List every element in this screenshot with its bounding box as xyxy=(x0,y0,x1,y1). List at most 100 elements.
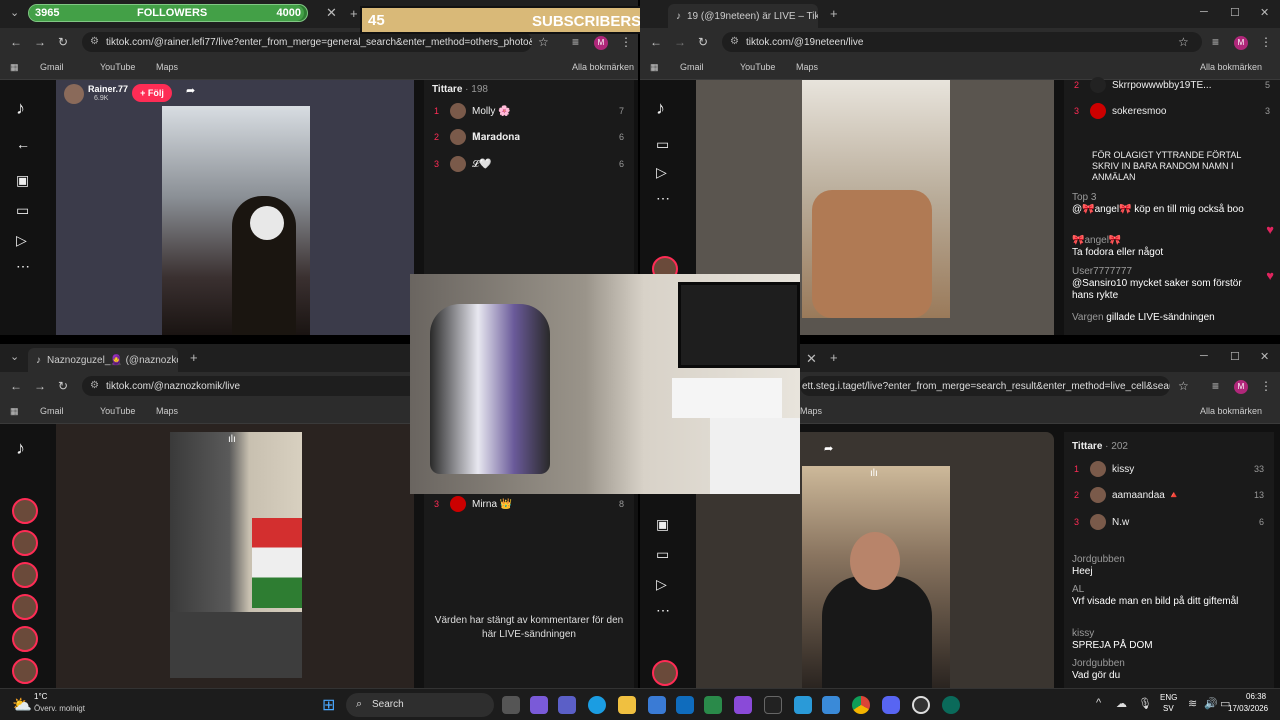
forward-icon[interactable]: → xyxy=(34,379,46,393)
tab-19neteen[interactable]: ♪ 19 (@19neteen) är LIVE – TikTo xyxy=(668,4,818,28)
viewer-row[interactable]: 3 𝓛🤍 6 xyxy=(434,154,624,174)
site-info-icon[interactable]: ⚙ xyxy=(90,380,99,391)
site-info-icon[interactable]: ⚙ xyxy=(730,36,739,47)
lang-code[interactable]: ENG xyxy=(1160,693,1177,702)
forward-icon[interactable]: → xyxy=(674,35,686,49)
recorder-icon[interactable] xyxy=(942,696,960,714)
bookmark-star-icon[interactable]: ☆ xyxy=(1178,379,1189,393)
tiktok-logo-icon[interactable]: ♪ xyxy=(16,98,25,119)
new-tab-button[interactable]: + xyxy=(190,350,198,365)
tab-list-icon[interactable]: ≡ xyxy=(1212,379,1219,393)
video-icon[interactable]: ▭ xyxy=(656,546,669,563)
bookmark-gmail[interactable]: Gmail xyxy=(680,62,704,72)
apps-icon[interactable]: ▦ xyxy=(10,406,19,417)
bookmark-gmail[interactable]: Gmail xyxy=(40,62,64,72)
bookmark-maps[interactable]: Maps xyxy=(156,62,178,72)
menu-icon[interactable]: ⋮ xyxy=(620,35,632,49)
tab-close-icon[interactable]: ✕ xyxy=(806,351,817,367)
bookmark-gmail[interactable]: Gmail xyxy=(40,406,64,416)
edge-icon[interactable] xyxy=(588,696,606,714)
minimize-button[interactable]: ─ xyxy=(1200,6,1208,18)
weather-icon[interactable]: ⛅ xyxy=(12,695,32,715)
start-button[interactable]: ⊞ xyxy=(322,695,335,715)
more-icon[interactable]: ⋯ xyxy=(16,258,30,275)
explore-icon[interactable]: ▷ xyxy=(656,164,667,181)
weather-temp[interactable]: 1°C xyxy=(34,692,47,701)
lang-region[interactable]: SV xyxy=(1163,704,1174,713)
security-icon[interactable] xyxy=(704,696,722,714)
tab-search-icon[interactable]: ⌄ xyxy=(10,6,19,19)
live-avatar[interactable] xyxy=(12,626,38,652)
tab-search-icon[interactable]: ⌄ xyxy=(10,350,19,363)
bookmark-youtube[interactable]: YouTube xyxy=(100,62,135,72)
bookmark-maps[interactable]: Maps xyxy=(800,406,822,416)
chat-username[interactable]: Top 3 xyxy=(1072,192,1096,203)
chat-username[interactable]: Jordgubben xyxy=(1072,658,1125,669)
photos-icon[interactable] xyxy=(794,696,812,714)
all-bookmarks[interactable]: Alla bokmärken xyxy=(1200,406,1262,416)
chat-username[interactable]: User7777777 xyxy=(1072,266,1132,277)
new-tab-button[interactable]: + xyxy=(350,6,358,21)
more-icon[interactable]: ⋯ xyxy=(656,190,670,207)
apps-icon[interactable]: ▦ xyxy=(650,62,659,73)
back-arrow-icon[interactable]: ← xyxy=(16,136,30,152)
discord-icon[interactable] xyxy=(882,696,900,714)
chevron-up-icon[interactable]: ^ xyxy=(1096,697,1101,709)
reload-icon[interactable]: ↻ xyxy=(58,379,68,393)
bookmark-star-icon[interactable]: ☆ xyxy=(538,35,549,49)
bookmark-maps[interactable]: Maps xyxy=(156,406,178,416)
chat-username[interactable]: 🎀angel🎀 xyxy=(1072,235,1121,246)
tiktok-logo-icon[interactable]: ♪ xyxy=(656,98,665,119)
close-window-button[interactable]: ✕ xyxy=(1260,6,1269,19)
wifi-icon[interactable]: ≋ xyxy=(1188,697,1197,710)
reload-icon[interactable]: ↻ xyxy=(698,35,708,49)
more-icon[interactable]: ⋯ xyxy=(656,602,670,619)
video-icon[interactable]: ▭ xyxy=(656,136,669,153)
tab-list-icon[interactable]: ≡ xyxy=(572,35,579,49)
live-avatar[interactable] xyxy=(12,594,38,620)
viewer-row[interactable]: 3 N.w 6 xyxy=(1074,512,1264,532)
video-icon[interactable]: ▭ xyxy=(16,202,29,219)
viewer-row[interactable]: 2 𝐌𝐚𝐫𝐚𝐝𝐨𝐧𝐚 6 xyxy=(434,127,624,147)
share-icon[interactable]: ➦ xyxy=(824,442,833,455)
viewer-row[interactable]: 2 Skrrpowwwbby19TE... 5 xyxy=(1074,75,1270,95)
viewer-row[interactable]: 3 sokeresmoo 3 xyxy=(1074,101,1270,121)
network-tray-icon[interactable]: ☁ xyxy=(1116,697,1127,710)
all-bookmarks[interactable]: Alla bokmärken xyxy=(1200,62,1262,72)
teams-icon[interactable] xyxy=(558,696,576,714)
tab-list-icon[interactable]: ≡ xyxy=(1212,35,1219,49)
chat-username[interactable]: kissy xyxy=(1072,628,1094,639)
live-avatar[interactable] xyxy=(652,660,678,686)
menu-icon[interactable]: ⋮ xyxy=(1260,35,1272,49)
back-icon[interactable]: ← xyxy=(650,35,662,49)
viewer-row[interactable]: 1 kissy 33 xyxy=(1074,459,1264,479)
chrome-icon[interactable] xyxy=(852,696,870,714)
snipping-icon[interactable] xyxy=(822,696,840,714)
follow-button[interactable]: + Följ xyxy=(132,84,172,102)
live-avatar[interactable] xyxy=(12,530,38,556)
obs-icon[interactable] xyxy=(912,696,930,714)
menu-icon[interactable]: ⋮ xyxy=(1260,379,1272,393)
taskbar-search[interactable]: ⌕ Search xyxy=(346,693,494,717)
viewer-row[interactable]: 2 aamaandaa 🔺 13 xyxy=(1074,485,1264,505)
outlook-icon[interactable] xyxy=(676,696,694,714)
viewer-row[interactable]: 1 Molly 🌸 7 xyxy=(434,101,624,121)
back-icon[interactable]: ← xyxy=(10,35,22,49)
bookmark-maps[interactable]: Maps xyxy=(796,62,818,72)
maximize-button[interactable]: ☐ xyxy=(1230,6,1240,19)
bookmark-youtube[interactable]: YouTube xyxy=(100,406,135,416)
forward-icon[interactable]: → xyxy=(34,35,46,49)
back-icon[interactable]: ← xyxy=(10,379,22,393)
explore-icon[interactable]: ▷ xyxy=(16,232,27,249)
bookmark-star-icon[interactable]: ☆ xyxy=(1178,35,1189,49)
tab-close-icon[interactable]: ✕ xyxy=(326,5,337,21)
share-icon[interactable]: ➦ xyxy=(186,84,195,97)
explore-icon[interactable]: ▷ xyxy=(656,576,667,593)
live-avatar[interactable] xyxy=(12,562,38,588)
bookmark-youtube[interactable]: YouTube xyxy=(740,62,775,72)
url-field[interactable]: ett.steg.i.taget/live?enter_from_merge=s… xyxy=(800,376,1170,396)
close-window-button[interactable]: ✕ xyxy=(1260,350,1269,363)
chat-username[interactable]: Jordgubben xyxy=(1072,554,1125,565)
clock-time[interactable]: 06:38 xyxy=(1246,692,1266,701)
site-info-icon[interactable]: ⚙ xyxy=(90,36,99,47)
